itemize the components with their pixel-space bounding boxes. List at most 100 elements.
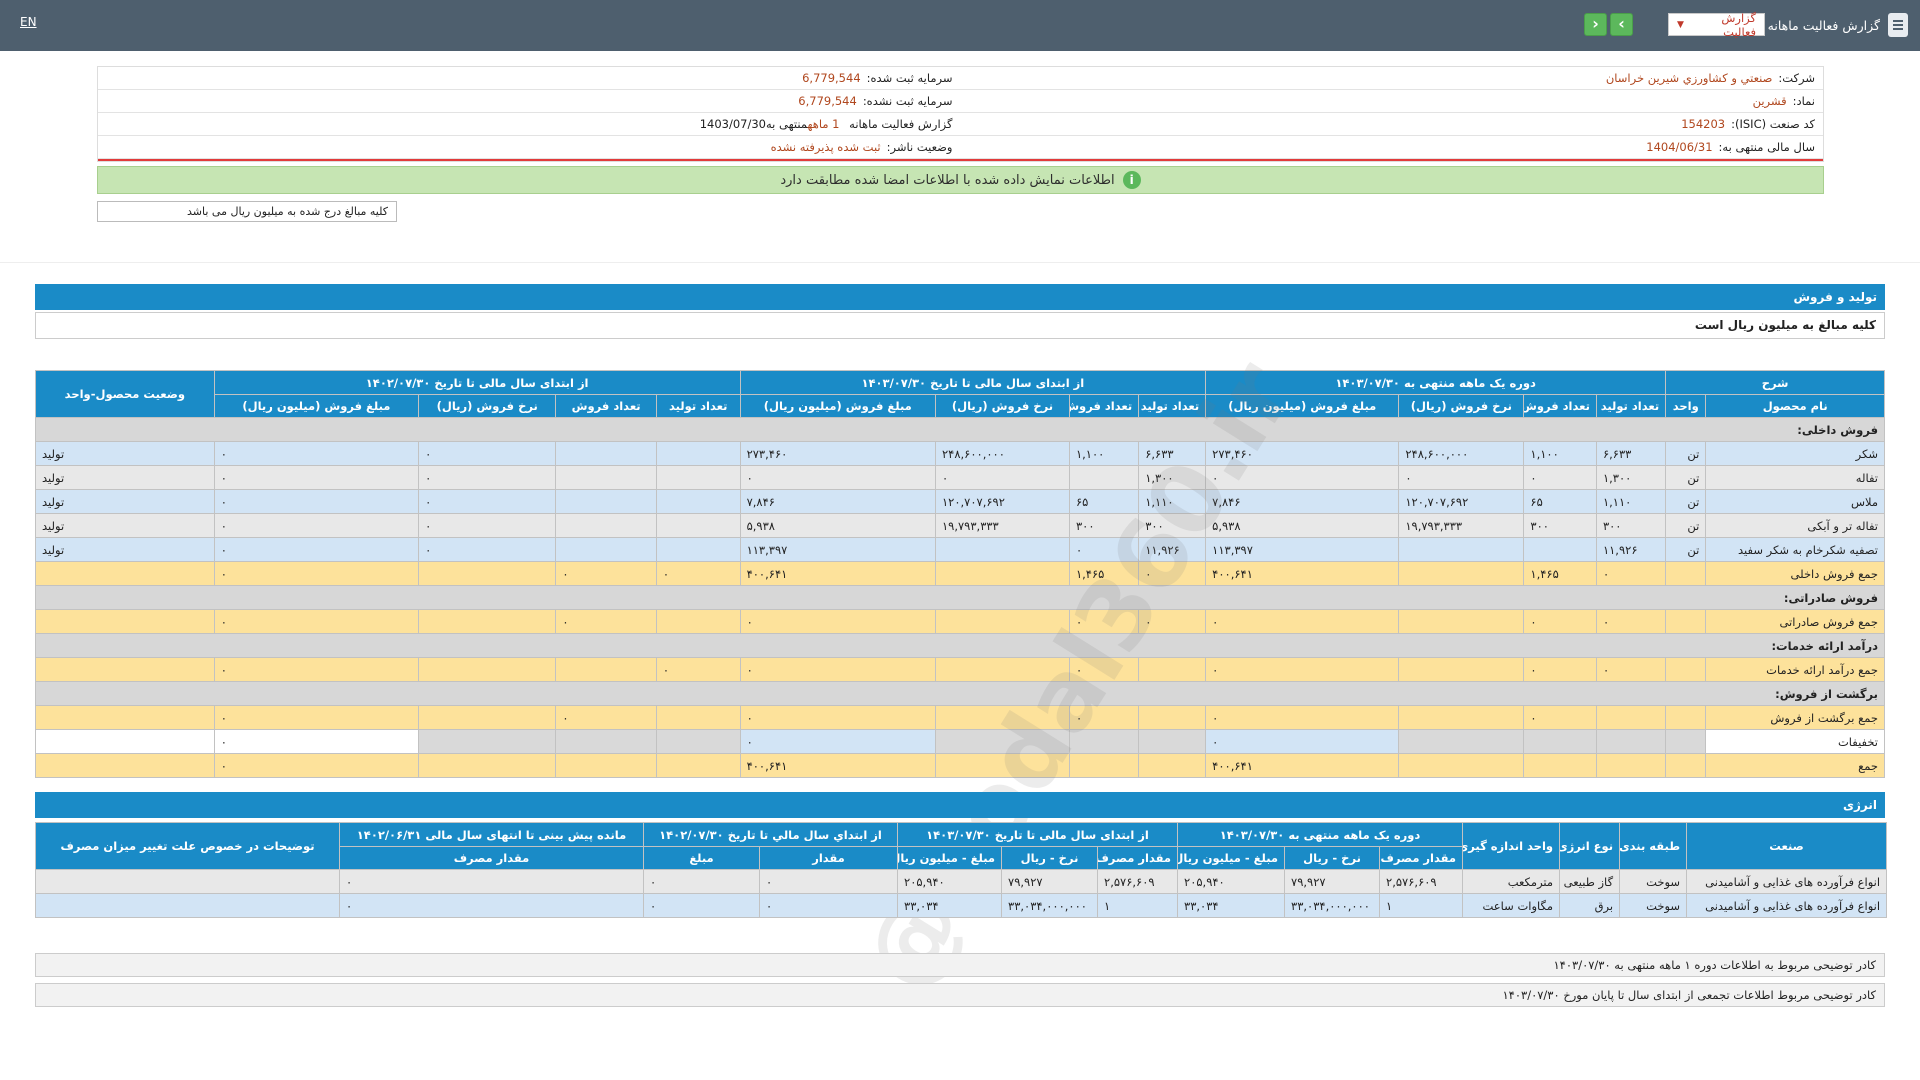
table-row: درآمد ارائه خدمات: bbox=[35, 633, 1885, 658]
symbol-value[interactable]: قشرین bbox=[1753, 94, 1787, 108]
company-value[interactable]: صنعتي و کشاورزي شيرين خراسان bbox=[1606, 71, 1773, 85]
table-cell bbox=[935, 729, 1070, 754]
table-cell bbox=[1138, 729, 1207, 754]
table-cell bbox=[1665, 753, 1707, 778]
table-cell: ۰ bbox=[655, 657, 741, 682]
table-cell bbox=[418, 609, 557, 634]
table-cell: ۰ bbox=[213, 609, 420, 634]
status-cell: وضعیت ناشر: ثبت شده پذیرفته نشده bbox=[98, 140, 961, 154]
period-value: 1 ماهه bbox=[807, 117, 840, 131]
table-cell: ۰ bbox=[739, 729, 937, 754]
company-info: شرکت: صنعتي و کشاورزي شيرين خراسان سرمایه… bbox=[97, 66, 1824, 162]
table-cell: تولید bbox=[35, 489, 215, 514]
table-cell bbox=[35, 657, 215, 682]
table-row: جمع درآمد ارائه خدمات ۰ ۰ ۰ ۰ ۰ ۰ ۰ bbox=[35, 657, 1885, 682]
column-header: نام محصول bbox=[1705, 394, 1885, 418]
energy-header-type: نوع انرژی bbox=[1559, 822, 1621, 870]
table-cell bbox=[1665, 729, 1707, 754]
table-cell: ۰ bbox=[642, 869, 761, 894]
table-cell: تولید bbox=[35, 513, 215, 538]
capital-value: 6,779,544 bbox=[802, 71, 861, 85]
column-header: نرخ فروش (ریال) bbox=[1398, 394, 1525, 418]
column-header: مقدار مصرف bbox=[339, 846, 644, 870]
previous-button[interactable]: ‹ bbox=[1584, 13, 1607, 36]
column-header: مبلغ فروش (میلیون ریال) bbox=[1205, 394, 1400, 418]
table-cell: تن bbox=[1665, 465, 1707, 490]
table-row: انواع فرآورده های غذایی و آشامیدنی سوخت بر… bbox=[35, 893, 1888, 918]
table-row: جمع فروش صادراتی ۰ ۰ ۰ ۰ ۰ ۰ ۰ ۰ bbox=[35, 609, 1885, 634]
table-cell: ۱۱,۹۲۶ bbox=[1595, 537, 1667, 562]
table-cell bbox=[655, 465, 741, 490]
column-header: نرخ فروش (ریال) bbox=[935, 394, 1070, 418]
table-row: جمع فروش داخلی ۰ ۱,۴۶۵ ۴۰۰,۶۴۱ ۰ ۱,۴۶۵ ۴۰۰,۶۴۱… bbox=[35, 561, 1885, 586]
table-cell: ۰ bbox=[1205, 609, 1400, 634]
table-cell bbox=[935, 753, 1070, 778]
table-cell: ۱۱۳,۳۹۷ bbox=[739, 537, 937, 562]
production-note: کلیه مبالغ به میلیون ریال است bbox=[35, 312, 1885, 339]
energy-header-industry: صنعت bbox=[1686, 822, 1888, 870]
table-row: فروش داخلی: bbox=[35, 417, 1885, 442]
table-cell: ۷,۸۴۶ bbox=[739, 489, 937, 514]
company-cell: شرکت: صنعتي و کشاورزي شيرين خراسان bbox=[961, 71, 1824, 85]
table-cell bbox=[35, 869, 340, 894]
table-cell: تولید bbox=[35, 465, 215, 490]
product-name: جمع درآمد ارائه خدمات bbox=[1705, 657, 1885, 682]
column-header: مقدار bbox=[759, 846, 899, 870]
product-name: تخفیفات bbox=[1705, 729, 1885, 754]
table-cell bbox=[935, 657, 1070, 682]
column-header: مبلغ - میلیون ریال bbox=[1177, 846, 1286, 870]
next-button[interactable]: › bbox=[1610, 13, 1633, 36]
verification-text: اطلاعات نمایش داده شده با اطلاعات امضا ش… bbox=[780, 172, 1115, 188]
table-cell bbox=[655, 705, 741, 730]
table-cell bbox=[1138, 657, 1207, 682]
table-cell: تولید bbox=[35, 537, 215, 562]
table-cell: مگاوات ساعت bbox=[1462, 893, 1561, 918]
column-header: مقدار مصرف bbox=[1097, 846, 1179, 870]
table-cell: ۰ bbox=[555, 705, 657, 730]
table-cell: ۲۴۸,۶۰۰,۰۰۰ bbox=[935, 441, 1070, 466]
table-cell bbox=[1665, 657, 1707, 682]
table-cell: انواع فرآورده های غذایی و آشامیدنی bbox=[1686, 869, 1888, 894]
table-cell bbox=[418, 729, 557, 754]
capital-label: سرمایه ثبت شده: bbox=[866, 71, 953, 85]
table-cell: ۱۹,۷۹۳,۳۳۳ bbox=[1398, 513, 1525, 538]
report-type-select[interactable]: گزارش فعالیت ▼ bbox=[1668, 11, 1765, 39]
table-cell bbox=[555, 513, 657, 538]
table-cell: ۰ bbox=[418, 537, 557, 562]
chevron-right-icon: › bbox=[1618, 14, 1625, 33]
table-row: انواع فرآورده های غذایی و آشامیدنی سوخت گا… bbox=[35, 869, 1888, 894]
table-cell: ۷,۸۴۶ bbox=[1205, 489, 1400, 514]
group-header-ytd: از ابتدای سال مالی تا تاریخ ۱۴۰۳/۰۷/۳۰ bbox=[739, 370, 1207, 395]
table-cell: ۱,۱۰۰ bbox=[1068, 441, 1140, 466]
table-cell: ۰ bbox=[1205, 465, 1400, 490]
column-header: تعداد تولید bbox=[1138, 394, 1207, 418]
table-cell bbox=[35, 705, 215, 730]
table-cell: ۰ bbox=[1068, 657, 1140, 682]
table-cell bbox=[655, 441, 741, 466]
table-cell: ۱۹,۷۹۳,۳۳۳ bbox=[935, 513, 1070, 538]
table-cell bbox=[555, 537, 657, 562]
product-name: شکر bbox=[1705, 441, 1885, 466]
table-cell: ۰ bbox=[1068, 537, 1140, 562]
table-row: جمع ۴۰۰,۶۴۱ ۴۰۰,۶۴۱ ۰ bbox=[35, 753, 1885, 778]
language-link[interactable]: EN bbox=[20, 15, 37, 29]
table-cell: ۵,۹۳۸ bbox=[1205, 513, 1400, 538]
table-cell: ۰ bbox=[1068, 705, 1140, 730]
table-cell: ۰ bbox=[213, 753, 420, 778]
table-cell: ۱,۱۰۰ bbox=[1523, 441, 1597, 466]
table-cell: ۰ bbox=[213, 489, 420, 514]
table-cell bbox=[1523, 729, 1597, 754]
month-description-box: کادر توضیحی مربوط به اطلاعات دوره ۱ ماهه… bbox=[35, 953, 1885, 977]
table-cell bbox=[35, 609, 215, 634]
table-cell: ۰ bbox=[1595, 609, 1667, 634]
column-header: مبلغ فروش (میلیون ریال) bbox=[739, 394, 937, 418]
table-cell: ۰ bbox=[213, 465, 420, 490]
table-cell: تن bbox=[1665, 513, 1707, 538]
table-cell: ۰ bbox=[655, 561, 741, 586]
group-header-prev-ytd: از ابتدای سال مالی تا تاریخ ۱۴۰۲/۰۷/۳۰ bbox=[213, 370, 741, 395]
table-cell: ۰ bbox=[555, 561, 657, 586]
top-bar: گزارش فعالیت ماهانه گزارش فعالیت ▼ › ‹ E… bbox=[0, 0, 1920, 51]
symbol-label: نماد: bbox=[1792, 94, 1815, 108]
table-cell: ۰ bbox=[555, 609, 657, 634]
isic-value: 154203 bbox=[1681, 117, 1726, 131]
